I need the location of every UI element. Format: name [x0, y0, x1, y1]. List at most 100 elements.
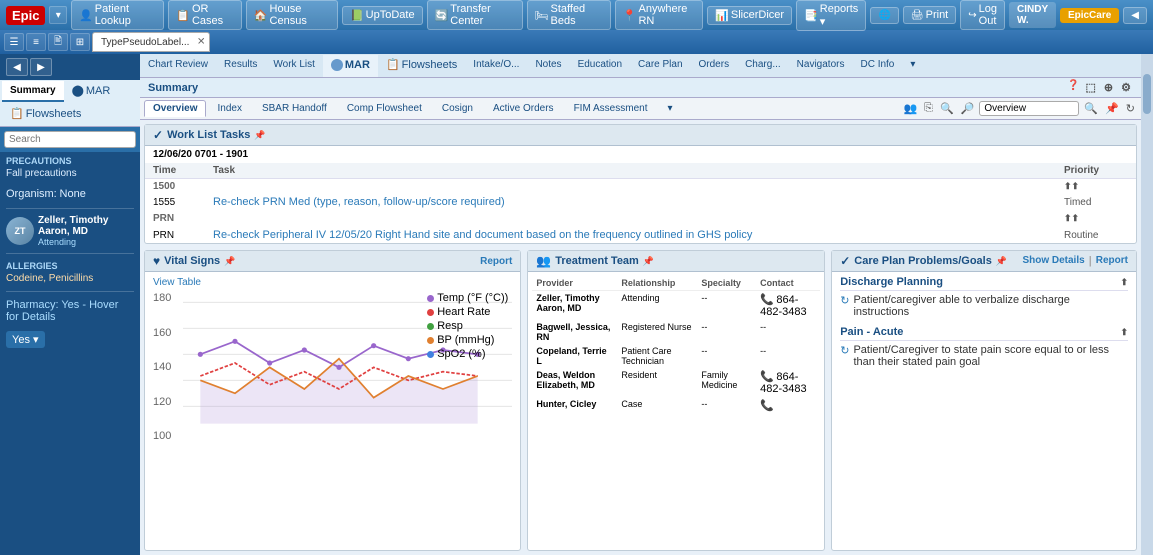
legend-dot-bp: [427, 337, 434, 344]
search-input[interactable]: [4, 131, 136, 148]
zoom-icon[interactable]: ⊕: [1102, 80, 1115, 95]
toolbar-pin-icon[interactable]: 📌: [1103, 101, 1121, 116]
globe-btn[interactable]: 🌐: [870, 7, 898, 24]
right-scrollbar[interactable]: [1141, 54, 1153, 555]
toolbar-tab-cosign[interactable]: Cosign: [433, 100, 482, 117]
sidebar-divider-3: [6, 291, 134, 292]
time-cell-1555: 1555: [145, 194, 205, 210]
logout-btn[interactable]: ↪ Log Out: [960, 0, 1005, 30]
expand-chevron-pain[interactable]: ⬆: [1120, 327, 1128, 338]
people-icon[interactable]: 👥: [901, 101, 919, 116]
precautions-section: PRECAUTIONS Fall precautions: [0, 152, 140, 184]
anywhere-rn-btn[interactable]: 📍 Anywhere RN: [615, 0, 703, 30]
tab-charges[interactable]: Charg...: [737, 55, 789, 76]
legend-spo2: SpO2 (%): [427, 348, 508, 360]
active-patient-tab[interactable]: TypePseudoLabel... ✕: [92, 32, 210, 52]
toolbar-tab-comp[interactable]: Comp Flowsheet: [338, 100, 431, 117]
toolbar-search-input[interactable]: [979, 101, 1079, 116]
epiccare-btn[interactable]: EpicCare: [1060, 8, 1119, 23]
expand-chevron-discharge[interactable]: ⬆: [1120, 277, 1128, 288]
legend-resp: Resp: [427, 320, 508, 332]
tab-dc-info[interactable]: DC Info: [852, 55, 902, 76]
toolbar-search-go[interactable]: 🔍: [1082, 101, 1100, 116]
dropdown-arrow[interactable]: ▾: [49, 6, 67, 24]
vital-report-link[interactable]: Report: [480, 256, 512, 267]
reports-btn[interactable]: 📑 Reports ▾: [796, 0, 866, 31]
toolbar-tab-index[interactable]: Index: [208, 100, 250, 117]
uptodate-btn[interactable]: 📗 UpToDate: [342, 6, 423, 25]
tab-mar-full[interactable]: MAR: [323, 55, 378, 77]
magnify-icon[interactable]: 🔎: [959, 101, 977, 116]
hamburger-icon[interactable]: ☰: [4, 33, 24, 51]
tab-work-list[interactable]: Work List: [265, 55, 323, 76]
toolbar-tab-fim[interactable]: FIM Assessment: [565, 100, 657, 117]
sidebar-divider-2: [6, 253, 134, 254]
tab-results[interactable]: Results: [216, 55, 265, 76]
house-census-btn[interactable]: 🏠 House Census: [246, 0, 338, 30]
help-icon[interactable]: ❓: [1067, 80, 1079, 95]
show-details-link[interactable]: Show Details: [1022, 255, 1084, 267]
task-date-range: 12/06/20 0701 - 1901: [145, 146, 1136, 163]
tab-chart-review[interactable]: Chart Review: [140, 55, 216, 76]
close-tab-btn[interactable]: ✕: [197, 37, 205, 48]
summary-toolbar: Overview Index SBAR Handoff Comp Flowshe…: [140, 98, 1141, 120]
legend-hr: Heart Rate: [427, 306, 508, 318]
worklist-title: Work List Tasks: [167, 129, 250, 141]
printer-btn[interactable]: 🖨 Print: [903, 6, 956, 24]
col-time: Time: [145, 163, 205, 179]
slicerdicer-btn[interactable]: 📊 SlicerDicer: [707, 6, 792, 25]
careplan-report-link[interactable]: Report: [1096, 255, 1128, 267]
task-link-1[interactable]: Re-check PRN Med (type, reason, follow-u…: [213, 196, 505, 208]
tab-flowsheets[interactable]: 📋 Flowsheets: [2, 103, 89, 126]
back-btn[interactable]: ◀: [6, 58, 28, 76]
task-link-2[interactable]: Re-check Peripheral IV 12/05/20 Right Ha…: [213, 229, 752, 241]
organism-section: Organism: None: [0, 184, 140, 205]
toolbar-tab-active-orders[interactable]: Active Orders: [484, 100, 563, 117]
collapse-btn[interactable]: ◀: [1123, 7, 1147, 24]
treatment-table: Provider Relationship Specialty Contact …: [532, 276, 820, 414]
copy-icon[interactable]: ⎘: [922, 101, 935, 116]
toolbar-refresh-icon[interactable]: ↻: [1124, 101, 1137, 116]
search-toolbar-icon[interactable]: 🔍: [938, 101, 956, 116]
careplan-header: ✓ Care Plan Problems/Goals 📌 Show Detail…: [832, 251, 1136, 272]
cases-icon: 📋: [176, 9, 190, 22]
view-table-link[interactable]: View Table: [153, 277, 201, 288]
uptodate-icon: 📗: [350, 9, 364, 22]
forward-btn[interactable]: ▶: [30, 58, 52, 76]
or-cases-btn[interactable]: 📋 OR Cases: [168, 0, 242, 30]
tab-more[interactable]: ▾: [902, 55, 923, 76]
tab-notes[interactable]: Notes: [527, 55, 569, 76]
mar-circle-icon: [331, 59, 343, 71]
staffed-beds-btn[interactable]: 🛏 Staffed Beds: [527, 0, 611, 30]
doc-icon[interactable]: 🖹: [48, 33, 68, 51]
epic-logo[interactable]: Epic: [6, 6, 45, 25]
vital-content: View Table 180 160 140 120 100: [145, 272, 520, 456]
scroll-thumb[interactable]: [1143, 74, 1151, 114]
tab-bar: ☰ ≡ 🖹 ⊞ TypePseudoLabel... ✕: [0, 30, 1153, 54]
tab-summary[interactable]: Summary: [2, 81, 64, 102]
tab-navigators[interactable]: Navigators: [789, 55, 853, 76]
table-row: 1555 Re-check PRN Med (type, reason, fol…: [145, 194, 1136, 210]
settings-gear-icon[interactable]: ⚙: [1119, 80, 1133, 95]
tab-orders[interactable]: Orders: [691, 55, 738, 76]
yes-dropdown[interactable]: Yes ▾: [6, 331, 45, 348]
toolbar-tab-more[interactable]: ▾: [658, 100, 681, 117]
tab-care-plan[interactable]: Care Plan: [630, 55, 690, 76]
legend-dot-resp: [427, 323, 434, 330]
patient-lookup-btn[interactable]: 👤 Patient Lookup: [71, 0, 164, 30]
tab-flowsheets-full[interactable]: 📋 Flowsheets: [378, 54, 465, 77]
list-icon[interactable]: ≡: [26, 33, 46, 51]
user-name-btn[interactable]: CINDY W.: [1009, 2, 1056, 28]
tab-education[interactable]: Education: [570, 55, 630, 76]
toolbar-tab-sbar[interactable]: SBAR Handoff: [253, 100, 336, 117]
transfer-center-btn[interactable]: 🔄 Transfer Center: [427, 0, 523, 30]
toolbar-tab-overview[interactable]: Overview: [144, 100, 206, 117]
grid-icon[interactable]: ⊞: [70, 33, 90, 51]
careplan-content: Discharge Planning ⬆ ↻ Patient/caregiver…: [832, 272, 1136, 380]
tab-intake[interactable]: Intake/O...: [465, 55, 527, 76]
expand-icon[interactable]: ⬚: [1084, 80, 1098, 95]
reports-icon: 📑: [804, 9, 818, 22]
discharge-planning-section: Discharge Planning ⬆ ↻ Patient/caregiver…: [840, 276, 1128, 318]
allergies-value: Codeine, Penicillins: [6, 273, 134, 284]
tab-mar[interactable]: ⬤ MAR: [64, 80, 119, 103]
